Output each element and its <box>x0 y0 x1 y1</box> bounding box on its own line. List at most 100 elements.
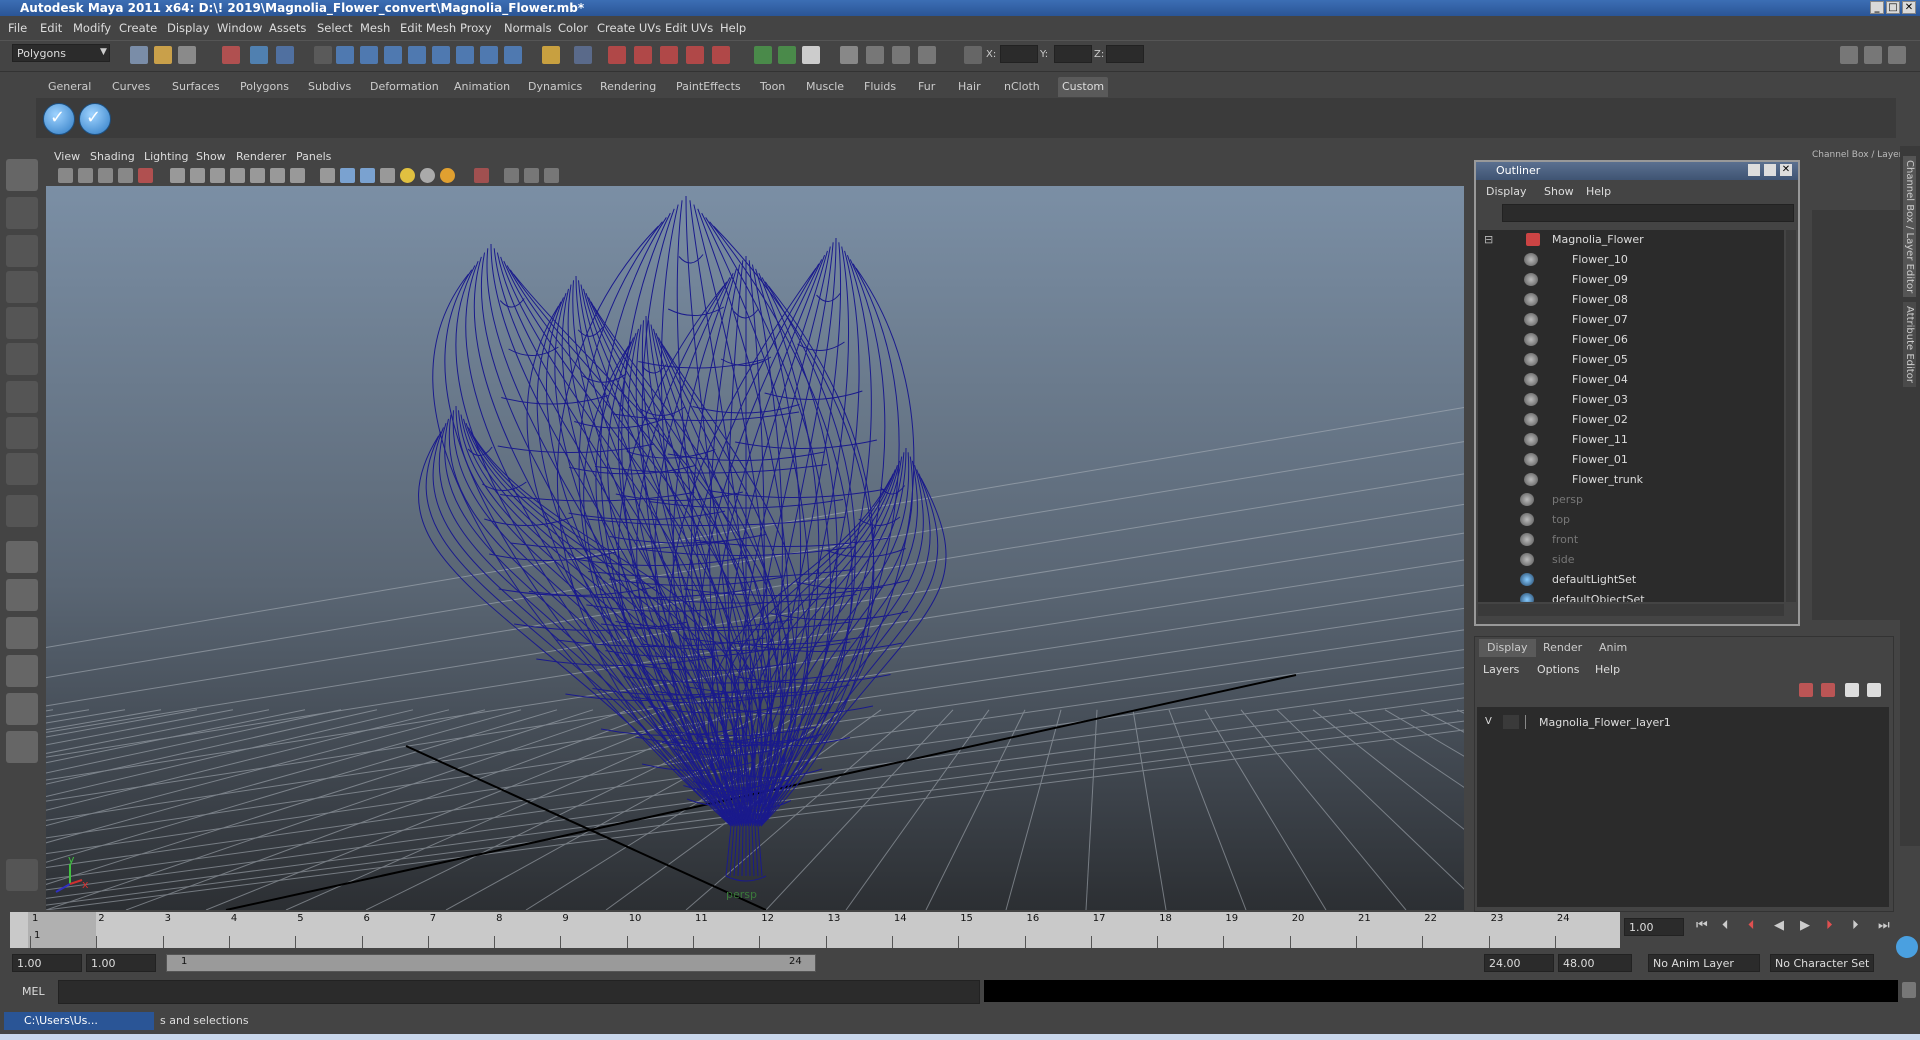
tab-toon[interactable]: Toon <box>756 77 789 97</box>
play-forwards-icon[interactable]: ▶ <box>1800 918 1810 933</box>
outliner-close-button[interactable]: ✕ <box>1780 164 1792 176</box>
field-chart-icon[interactable] <box>250 168 265 183</box>
manipulator-tool-icon[interactable] <box>6 381 38 413</box>
two-d-pan-zoom-icon[interactable] <box>138 168 153 183</box>
four-view-layout-icon[interactable] <box>6 579 38 611</box>
outliner-item-flower-05[interactable]: Flower_05 <box>1478 350 1778 370</box>
menu-edit-uvs[interactable]: Edit UVs <box>665 21 713 35</box>
step-forward-key-icon[interactable]: ⏵ <box>1826 918 1833 933</box>
show-attribute-editor-icon[interactable] <box>1840 46 1858 64</box>
step-forward-frame-icon[interactable]: ⏵ <box>1852 918 1859 933</box>
mask-surfaces-icon[interactable] <box>408 46 426 64</box>
taskbar-button[interactable]: C:\Users\Us... <box>4 1012 154 1030</box>
all-lights-icon[interactable] <box>420 168 435 183</box>
character-set-selector[interactable]: No Character Set <box>1770 954 1874 972</box>
ipr-render-icon[interactable] <box>866 46 884 64</box>
outliner-menu-display[interactable]: Display <box>1486 185 1527 198</box>
maximize-button[interactable]: □ <box>1886 1 1900 14</box>
outliner-item-flower-01[interactable]: Flower_01 <box>1478 450 1778 470</box>
mask-dynamics-icon[interactable] <box>456 46 474 64</box>
step-back-frame-icon[interactable]: ⏴ <box>1722 918 1729 933</box>
safe-action-icon[interactable] <box>270 168 285 183</box>
show-channel-box-icon[interactable] <box>1888 46 1906 64</box>
outliner-item-flower-07[interactable]: Flower_07 <box>1478 310 1778 330</box>
shadows-icon[interactable] <box>440 168 455 183</box>
outliner-minimize-button[interactable] <box>1748 164 1760 176</box>
new-layer-from-selection-icon[interactable] <box>1821 683 1835 697</box>
outliner-item-flower-03[interactable]: Flower_03 <box>1478 390 1778 410</box>
snap-curve-icon[interactable] <box>634 46 652 64</box>
collapse-toggle-icon[interactable]: ⊟ <box>1484 233 1493 246</box>
playback-end-field[interactable]: 24.00 <box>1484 954 1554 972</box>
snap-view-plane-icon[interactable] <box>686 46 704 64</box>
render-settings-icon[interactable] <box>892 46 910 64</box>
wireframe-on-shaded-icon[interactable] <box>360 168 375 183</box>
layer-tab-display[interactable]: Display <box>1479 639 1536 657</box>
lasso-tool-icon[interactable] <box>6 197 38 229</box>
tab-ncloth[interactable]: nCloth <box>1000 77 1044 97</box>
textured-icon[interactable] <box>380 168 395 183</box>
layer-menu-options[interactable]: Options <box>1537 663 1579 676</box>
move-tool-icon[interactable] <box>6 271 38 303</box>
persp-graph-layout-icon[interactable] <box>6 655 38 687</box>
outliner-item-default-object-set[interactable]: defaultObjectSet <box>1478 590 1778 602</box>
menu-display[interactable]: Display <box>167 21 209 35</box>
outliner-item-side[interactable]: side <box>1478 550 1778 570</box>
outliner-item-flower-06[interactable]: Flower_06 <box>1478 330 1778 350</box>
single-perspective-layout-icon[interactable] <box>6 541 38 573</box>
snap-point-icon[interactable] <box>660 46 678 64</box>
x-field[interactable] <box>1000 45 1038 63</box>
move-layer-down-icon[interactable] <box>1867 683 1881 697</box>
side-tab-attribute-editor[interactable]: Attribute Editor <box>1903 302 1916 387</box>
menu-normals[interactable]: Normals <box>504 21 552 35</box>
tab-hair[interactable]: Hair <box>954 77 985 97</box>
outliner-item-flower-09[interactable]: Flower_09 <box>1478 270 1778 290</box>
bookmark-icon[interactable] <box>98 168 113 183</box>
viewport-menu-renderer[interactable]: Renderer <box>236 150 286 163</box>
show-tool-settings-icon[interactable] <box>1864 46 1882 64</box>
outliner-item-front[interactable]: front <box>1478 530 1778 550</box>
menu-create-uvs[interactable]: Create UVs <box>597 21 661 35</box>
open-scene-icon[interactable] <box>154 46 172 64</box>
checkmark-shelf-button-1[interactable]: ✓ <box>43 103 75 135</box>
outliner-item-flower-10[interactable]: Flower_10 <box>1478 250 1778 270</box>
select-by-object-icon[interactable] <box>250 46 268 64</box>
outliner-item-flower-08[interactable]: Flower_08 <box>1478 290 1778 310</box>
playback-start-field[interactable]: 1.00 <box>86 954 156 972</box>
outliner-item-flower-04[interactable]: Flower_04 <box>1478 370 1778 390</box>
film-gate-icon[interactable] <box>190 168 205 183</box>
tab-dynamics[interactable]: Dynamics <box>524 77 586 97</box>
quick-layout-icon[interactable] <box>6 859 38 891</box>
viewport-menu-show[interactable]: Show <box>196 150 226 163</box>
outliner-filter-field[interactable] <box>1502 204 1794 222</box>
viewport-menu-lighting[interactable]: Lighting <box>144 150 188 163</box>
outliner-horizontal-scrollbar[interactable] <box>1478 604 1784 616</box>
menu-mesh[interactable]: Mesh <box>360 21 390 35</box>
tab-custom[interactable]: Custom <box>1058 77 1109 97</box>
layer-row[interactable]: V Magnolia_Flower_layer1 <box>1477 715 1887 731</box>
hardware-texturing-icon[interactable] <box>544 168 559 183</box>
menu-file[interactable]: File <box>8 21 27 35</box>
persp-graph-hypershade-layout-icon[interactable] <box>6 731 38 763</box>
smooth-shading-icon[interactable] <box>340 168 355 183</box>
menu-assets[interactable]: Assets <box>269 21 306 35</box>
play-backwards-icon[interactable]: ◀ <box>1774 918 1784 933</box>
new-scene-icon[interactable] <box>130 46 148 64</box>
menu-help[interactable]: Help <box>720 21 746 35</box>
outliner-item-default-light-set[interactable]: defaultLightSet <box>1478 570 1778 590</box>
outliner-item-flower-trunk[interactable]: Flower_trunk <box>1478 470 1778 490</box>
close-button[interactable]: ✕ <box>1902 1 1916 14</box>
menu-edit[interactable]: Edit <box>40 21 62 35</box>
lock-selection-icon[interactable] <box>542 46 560 64</box>
new-layer-icon[interactable] <box>1799 683 1813 697</box>
y-field[interactable] <box>1054 45 1092 63</box>
wireframe-shading-icon[interactable] <box>320 168 335 183</box>
mask-deformations-icon[interactable] <box>432 46 450 64</box>
highlight-selection-icon[interactable] <box>574 46 592 64</box>
tab-polygons[interactable]: Polygons <box>236 77 293 97</box>
time-slider[interactable]: 1 1 2 3 4 5 6 7 8 9 10 11 12 13 14 15 16 17 18 19 20 21 22 23 2… <box>10 912 1620 948</box>
make-live-icon[interactable] <box>712 46 730 64</box>
range-slider[interactable]: 1 24 <box>166 954 816 972</box>
gate-mask-icon[interactable] <box>230 168 245 183</box>
menu-select[interactable]: Select <box>317 21 352 35</box>
